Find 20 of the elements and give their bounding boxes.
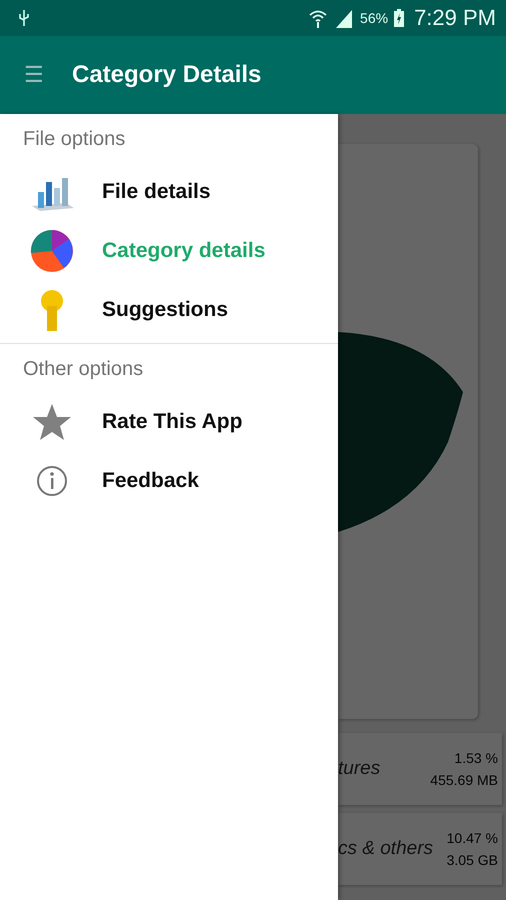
legend-size: 3.05 GB: [446, 851, 498, 870]
section-header: Other options: [22, 358, 144, 382]
legend-percent: 10.47 %: [446, 828, 498, 848]
battery-level: 56%: [360, 10, 388, 26]
drawer-item[interactable]: Rate This App: [0, 392, 338, 451]
app-title: Category Details: [72, 61, 262, 89]
usb-icon: [18, 10, 30, 26]
signal-icon: [334, 8, 354, 28]
drawer-item[interactable]: Suggestions: [0, 280, 338, 339]
drawer-item[interactable]: File details: [0, 162, 338, 221]
legend-name: tures: [338, 758, 380, 780]
legend-percent: 1.53 %: [454, 748, 498, 768]
legend-size: 455.69 MB: [430, 771, 498, 790]
section-header: File options: [22, 128, 126, 152]
clock-time: 7:29 PM: [414, 5, 496, 31]
battery-icon: [394, 9, 404, 27]
legend-name: cs & others: [338, 838, 434, 860]
pie-chart-icon: [30, 228, 74, 272]
drawer-item[interactable]: Feedback: [0, 451, 338, 510]
wifi-icon: [308, 8, 328, 28]
